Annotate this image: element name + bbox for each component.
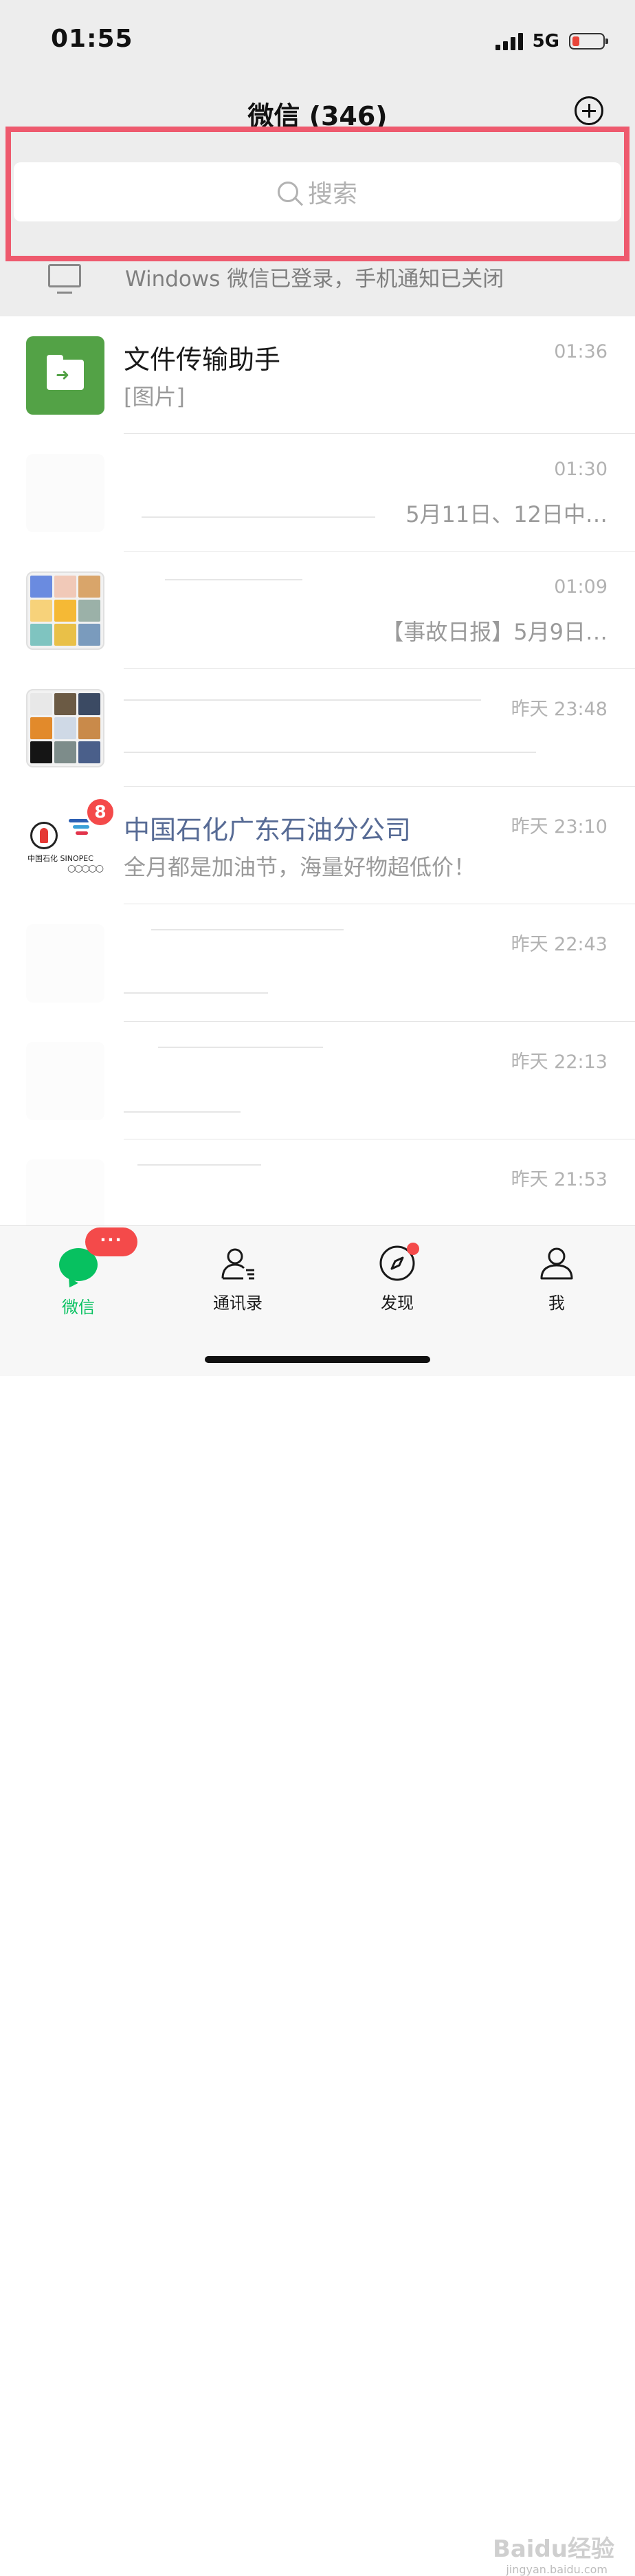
add-button[interactable] bbox=[575, 96, 603, 125]
tab-label: 通讯录 bbox=[213, 1294, 263, 1313]
baidu-watermark: Baidu经验 bbox=[492, 2535, 614, 2563]
chat-preview: 全月都是加油节，海量好物超低价！ bbox=[124, 854, 476, 880]
chat-row[interactable]: 昨天 22:13 bbox=[0, 1022, 635, 1139]
home-indicator[interactable] bbox=[205, 1356, 430, 1363]
top-area: 01:55 5G 微信 (346) 搜索 Windows 微信已登录，手机通知已… bbox=[0, 0, 635, 316]
chat-row-file-transfer[interactable]: ➜ 文件传输助手 [图片] 01:36 bbox=[0, 316, 635, 434]
tab-label: 微信 bbox=[62, 1298, 95, 1317]
chat-name: 中国石化广东石油分公司 bbox=[124, 815, 412, 845]
beijing-2022-logo-icon bbox=[69, 819, 92, 847]
status-indicators: 5G bbox=[495, 29, 608, 54]
chat-time: 昨天 21:53 bbox=[511, 1169, 608, 1190]
chat-row-sinopec[interactable]: 中国石化 SINOPEC ○○○○○ 8 中国石化广东石油分公司 全月都是加油节… bbox=[0, 787, 635, 904]
monitor-icon bbox=[48, 264, 81, 294]
discover-red-dot bbox=[407, 1243, 419, 1255]
olympic-rings-icon: ○○○○○ bbox=[67, 863, 104, 874]
chat-time: 01:30 bbox=[554, 459, 608, 480]
contacts-icon bbox=[221, 1248, 254, 1280]
tab-me[interactable]: 我 bbox=[502, 1244, 612, 1313]
chat-time: 昨天 23:48 bbox=[511, 699, 608, 720]
more-badge: ··· bbox=[85, 1227, 137, 1256]
chat-time: 01:09 bbox=[554, 576, 608, 598]
sinopec-logo-text: 中国石化 SINOPEC bbox=[27, 854, 93, 863]
tab-contacts[interactable]: 通讯录 bbox=[183, 1244, 293, 1313]
chat-preview: 5月11日、12日中… bbox=[405, 501, 608, 527]
search-highlight-box bbox=[5, 127, 630, 261]
chat-row[interactable]: 昨天 23:48 bbox=[0, 669, 635, 787]
tab-bar: 微信 ··· 通讯录 发现 我 Baidu经验 jingyan.baidu.co… bbox=[0, 1225, 635, 2576]
tab-label: 我 bbox=[548, 1294, 565, 1313]
chat-row[interactable]: 昨天 22:43 bbox=[0, 904, 635, 1022]
login-notice-text: Windows 微信已登录，手机通知已关闭 bbox=[125, 267, 504, 292]
unread-badge: 8 bbox=[85, 797, 115, 827]
chat-row[interactable]: 5月11日、12日中… 01:30 bbox=[0, 434, 635, 552]
signal-icon bbox=[495, 32, 523, 50]
group-avatar bbox=[26, 689, 104, 767]
baidu-watermark-url: jingyan.baidu.com bbox=[506, 2563, 608, 2576]
chat-row[interactable]: 【事故日报】5月9日… 01:09 bbox=[0, 552, 635, 669]
battery-icon bbox=[569, 33, 608, 50]
tab-discover[interactable]: 发现 bbox=[342, 1244, 452, 1313]
sinopec-logo-icon bbox=[30, 822, 58, 849]
avatar-blurred bbox=[26, 1042, 104, 1120]
file-transfer-avatar: ➜ bbox=[26, 336, 104, 415]
login-notice[interactable]: Windows 微信已登录，手机通知已关闭 bbox=[0, 254, 635, 316]
folder-icon: ➜ bbox=[47, 355, 84, 390]
network-type: 5G bbox=[532, 31, 559, 52]
status-time: 01:55 bbox=[51, 25, 133, 53]
profile-icon bbox=[540, 1247, 573, 1280]
chat-time: 昨天 22:13 bbox=[511, 1051, 608, 1073]
chat-preview: 【事故日报】5月9日… bbox=[381, 619, 608, 645]
chat-preview: [图片] bbox=[124, 384, 185, 410]
group-avatar bbox=[26, 571, 104, 650]
tab-label: 发现 bbox=[381, 1294, 414, 1313]
avatar-blurred bbox=[26, 924, 104, 1003]
chat-time: 01:36 bbox=[554, 341, 608, 362]
chat-time: 昨天 22:43 bbox=[511, 934, 608, 955]
chat-name: 文件传输助手 bbox=[124, 345, 281, 375]
avatar-blurred bbox=[26, 454, 104, 532]
chat-list: ➜ 文件传输助手 [图片] 01:36 5月11日、12日中… 01:30 【事… bbox=[0, 316, 635, 1257]
chat-time: 昨天 23:10 bbox=[511, 816, 608, 838]
